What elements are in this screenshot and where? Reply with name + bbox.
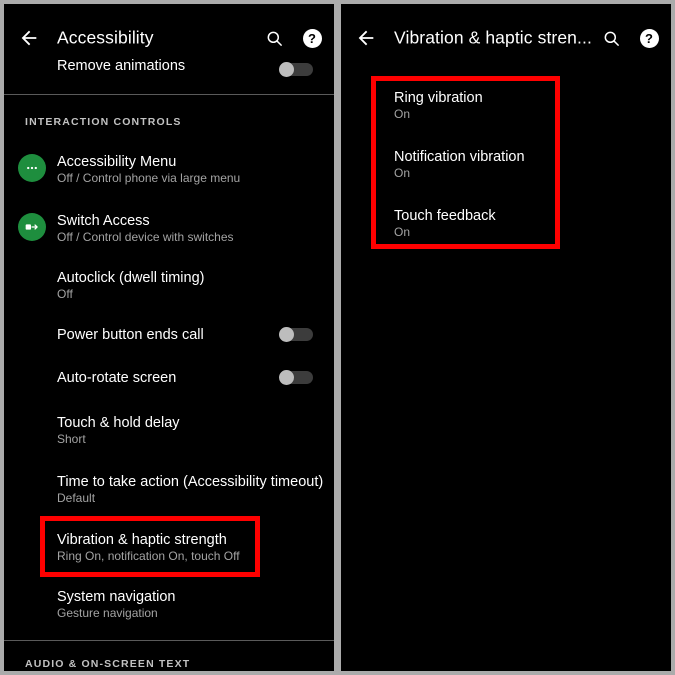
page-title: Vibration & haptic stren...	[394, 27, 592, 48]
row-subtitle: Ring On, notification On, touch Off	[57, 549, 240, 563]
right-scroll-body[interactable]: Ring vibration On Notification vibration…	[341, 62, 671, 671]
row-title: Switch Access	[57, 213, 150, 229]
row-title: Time to take action (Accessibility timeo…	[57, 474, 324, 490]
row-title: Auto-rotate screen	[57, 370, 177, 386]
section-divider-bottom	[4, 640, 334, 641]
row-subtitle: Default	[57, 491, 96, 505]
help-circle-icon[interactable]: ?	[300, 26, 324, 50]
row-subtitle: Off / Control phone via large menu	[57, 171, 241, 185]
row-subtitle: Off / Control device with switches	[57, 230, 234, 244]
row-title: Accessibility Menu	[57, 154, 177, 170]
section-divider-top	[4, 94, 334, 95]
screenshot-root: Accessibility ? Remove animations INTERA…	[0, 0, 675, 675]
page-title: Accessibility	[57, 27, 154, 48]
back-arrow-icon[interactable]	[353, 25, 379, 51]
section-header-audio-onscreen-text: AUDIO & ON-SCREEN TEXT	[25, 658, 191, 670]
toggle-power-button-ends-call[interactable]	[279, 327, 313, 342]
help-glyph: ?	[302, 28, 322, 48]
row-subtitle: Gesture navigation	[57, 606, 158, 620]
right-appbar-actions: ?	[599, 26, 661, 50]
row-subtitle: On	[394, 107, 411, 121]
row-title: Autoclick (dwell timing)	[57, 270, 205, 286]
toggle-auto-rotate-screen[interactable]	[279, 370, 313, 385]
row-subtitle: Short	[57, 432, 86, 446]
left-appbar-actions: ?	[262, 26, 324, 50]
dots-menu-icon	[18, 154, 46, 182]
search-icon[interactable]	[599, 26, 623, 50]
list-item-remove-animations[interactable]: Remove animations	[4, 52, 334, 86]
back-arrow-icon[interactable]	[16, 25, 42, 51]
toggle-knob	[279, 370, 294, 385]
row-title: Power button ends call	[57, 327, 204, 343]
search-icon[interactable]	[262, 26, 286, 50]
help-circle-icon[interactable]: ?	[637, 26, 661, 50]
row-title: Notification vibration	[394, 149, 525, 165]
toggle-knob	[279, 62, 294, 77]
help-glyph: ?	[639, 28, 659, 48]
row-title: Touch & hold delay	[57, 415, 180, 431]
accessibility-screen: Accessibility ? Remove animations INTERA…	[4, 4, 334, 671]
row-subtitle: On	[394, 225, 411, 239]
row-title: Vibration & haptic strength	[57, 532, 227, 548]
row-title: Remove animations	[57, 58, 186, 74]
toggle-remove-animations[interactable]	[279, 62, 313, 77]
row-subtitle: On	[394, 166, 411, 180]
row-subtitle: Off	[57, 287, 73, 301]
row-title: Touch feedback	[394, 208, 496, 224]
vibration-haptic-screen: Vibration & haptic stren... ? Ring vibra…	[341, 4, 671, 671]
left-scroll-body[interactable]: Remove animations INTERACTION CONTROLS A…	[4, 58, 334, 671]
right-appbar: Vibration & haptic stren... ?	[341, 4, 671, 62]
toggle-knob	[279, 327, 294, 342]
section-header-interaction-controls: INTERACTION CONTROLS	[25, 116, 182, 128]
switch-access-icon	[18, 213, 46, 241]
row-title: Ring vibration	[394, 90, 483, 106]
row-title: System navigation	[57, 589, 176, 605]
